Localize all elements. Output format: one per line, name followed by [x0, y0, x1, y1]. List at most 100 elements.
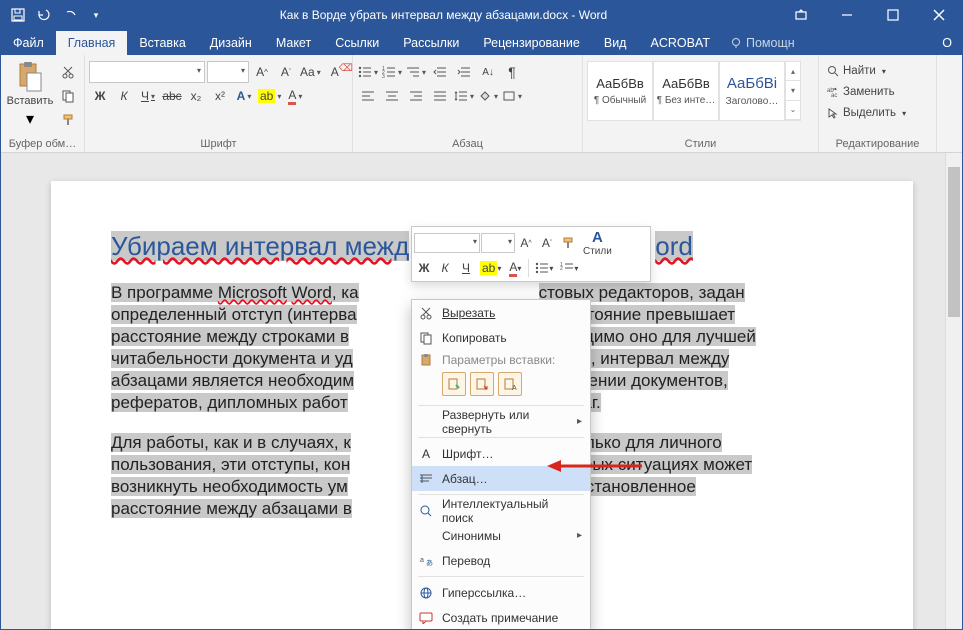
- mini-font-combo[interactable]: [414, 233, 480, 253]
- paste-keep-source[interactable]: [442, 372, 466, 396]
- mini-highlight[interactable]: ab▾: [477, 257, 504, 279]
- bold-button[interactable]: Ж: [89, 85, 111, 107]
- ctx-new-comment[interactable]: Создать примечание: [412, 605, 590, 630]
- cut-button[interactable]: [57, 61, 79, 83]
- undo-icon[interactable]: [31, 1, 57, 29]
- format-painter-button[interactable]: [57, 109, 79, 131]
- font-color-button[interactable]: A▾: [284, 85, 306, 107]
- align-right-button[interactable]: [405, 85, 427, 107]
- qat-customize-icon[interactable]: ▾: [83, 1, 109, 29]
- multilevel-list-button[interactable]: ▾: [405, 61, 427, 83]
- multilevel-icon: [406, 66, 420, 78]
- style-normal[interactable]: АаБбВв¶ Обычный: [587, 61, 653, 121]
- redo-icon[interactable]: [57, 1, 83, 29]
- mini-size-combo[interactable]: [481, 233, 515, 253]
- font-a-icon: A: [418, 446, 434, 462]
- save-icon[interactable]: [5, 1, 31, 29]
- close-icon[interactable]: [916, 1, 962, 29]
- align-center-button[interactable]: [381, 85, 403, 107]
- mini-grow-font[interactable]: A^: [516, 232, 536, 254]
- ctx-cut[interactable]: Вырезать: [412, 300, 590, 325]
- tab-view[interactable]: Вид: [592, 31, 639, 55]
- ribbon-display-icon[interactable]: [778, 1, 824, 29]
- maximize-icon[interactable]: [870, 1, 916, 29]
- window-title: Как в Ворде убрать интервал между абзаца…: [109, 8, 778, 22]
- decrease-indent-button[interactable]: [429, 61, 451, 83]
- ctx-hyperlink[interactable]: Гиперссылка…: [412, 580, 590, 605]
- style-heading1[interactable]: АаБбВіЗаголово…: [719, 61, 785, 121]
- underline-button[interactable]: Ч▾: [137, 85, 159, 107]
- show-marks-button[interactable]: ¶: [501, 61, 523, 83]
- paste-text-only[interactable]: A: [498, 372, 522, 396]
- tab-mailings[interactable]: Рассылки: [391, 31, 471, 55]
- shading-button[interactable]: ▾: [477, 85, 499, 107]
- mini-underline[interactable]: Ч: [456, 257, 476, 279]
- strikethrough-button[interactable]: abc: [161, 85, 183, 107]
- clipboard-brush-icon: [447, 377, 461, 391]
- align-left-button[interactable]: [357, 85, 379, 107]
- italic-button[interactable]: К: [113, 85, 135, 107]
- mini-italic[interactable]: К: [435, 257, 455, 279]
- share-button[interactable]: О: [932, 31, 962, 55]
- ctx-paste-options: A: [412, 370, 590, 402]
- vertical-scrollbar[interactable]: [945, 153, 962, 629]
- tab-layout[interactable]: Макет: [264, 31, 323, 55]
- change-case-button[interactable]: Aa▾: [299, 61, 322, 83]
- ribbon-tabs: Файл Главная Вставка Дизайн Макет Ссылки…: [1, 29, 962, 55]
- shrink-font-button[interactable]: Aˇ: [275, 61, 297, 83]
- chevron-down-icon: ▾: [26, 109, 34, 129]
- ctx-translate[interactable]: aあПеревод: [412, 548, 590, 573]
- ctx-copy[interactable]: Копировать: [412, 325, 590, 350]
- tab-references[interactable]: Ссылки: [323, 31, 391, 55]
- svg-text:a: a: [420, 557, 424, 564]
- numbering-button[interactable]: 123▾: [381, 61, 403, 83]
- replace-button[interactable]: abacЗаменить: [823, 82, 899, 102]
- tab-design[interactable]: Дизайн: [198, 31, 264, 55]
- group-paragraph: ▾ 123▾ ▾ A↓ ¶ ▾ ▾ ▾ Абза: [353, 55, 583, 152]
- increase-indent-button[interactable]: [453, 61, 475, 83]
- paste-button[interactable]: Вставить ▾: [5, 57, 55, 129]
- sort-button[interactable]: A↓: [477, 61, 499, 83]
- clear-formatting-button[interactable]: A⌫: [324, 61, 346, 83]
- grow-font-button[interactable]: A^: [251, 61, 273, 83]
- justify-button[interactable]: [429, 85, 451, 107]
- tab-home[interactable]: Главная: [56, 31, 128, 55]
- mini-toolbar: A^ Aˇ A Стили Ж К Ч ab▾ A▾ ▾ 12▾: [411, 226, 651, 282]
- mini-bullets[interactable]: ▾: [532, 257, 556, 279]
- mini-bold[interactable]: Ж: [414, 257, 434, 279]
- minimize-icon[interactable]: [824, 1, 870, 29]
- bullets-button[interactable]: ▾: [357, 61, 379, 83]
- mini-styles-button[interactable]: A Стили: [579, 229, 616, 257]
- title-bar: ▾ Как в Ворде убрать интервал между абза…: [1, 1, 962, 29]
- scissors-icon: [418, 305, 434, 321]
- superscript-button[interactable]: x²: [209, 85, 231, 107]
- mini-format-painter[interactable]: [558, 232, 578, 254]
- mini-numbering[interactable]: 12▾: [557, 257, 581, 279]
- scrollbar-thumb[interactable]: [948, 167, 960, 317]
- find-button[interactable]: Найти▾: [823, 61, 890, 81]
- style-no-spacing[interactable]: АаБбВв¶ Без инте…: [653, 61, 719, 121]
- word-window: ▾ Как в Ворде убрать интервал между абза…: [0, 0, 963, 630]
- select-button[interactable]: Выделить▾: [823, 103, 910, 123]
- tell-me[interactable]: Помощн: [722, 31, 803, 55]
- ctx-smart-lookup[interactable]: Интеллектуальный поиск: [412, 498, 590, 523]
- tab-file[interactable]: Файл: [1, 31, 56, 55]
- highlight-button[interactable]: ab▾: [257, 85, 282, 107]
- tab-acrobat[interactable]: ACROBAT: [638, 31, 722, 55]
- subscript-button[interactable]: x₂: [185, 85, 207, 107]
- text-effects-button[interactable]: A▾: [233, 85, 255, 107]
- mini-font-color[interactable]: A▾: [505, 257, 525, 279]
- ctx-expand-collapse[interactable]: Развернуть или свернуть▸: [412, 409, 590, 434]
- borders-button[interactable]: ▾: [501, 85, 523, 107]
- tab-insert[interactable]: Вставка: [127, 31, 197, 55]
- paste-merge[interactable]: [470, 372, 494, 396]
- tab-review[interactable]: Рецензирование: [471, 31, 592, 55]
- copy-button[interactable]: [57, 85, 79, 107]
- mini-shrink-font[interactable]: Aˇ: [537, 232, 557, 254]
- svg-text:A: A: [512, 385, 517, 391]
- ctx-synonyms[interactable]: Синонимы▸: [412, 523, 590, 548]
- font-name-combo[interactable]: [89, 61, 205, 83]
- font-size-combo[interactable]: [207, 61, 249, 83]
- line-spacing-button[interactable]: ▾: [453, 85, 475, 107]
- styles-gallery-scroll[interactable]: ▴▾⌄: [785, 61, 801, 121]
